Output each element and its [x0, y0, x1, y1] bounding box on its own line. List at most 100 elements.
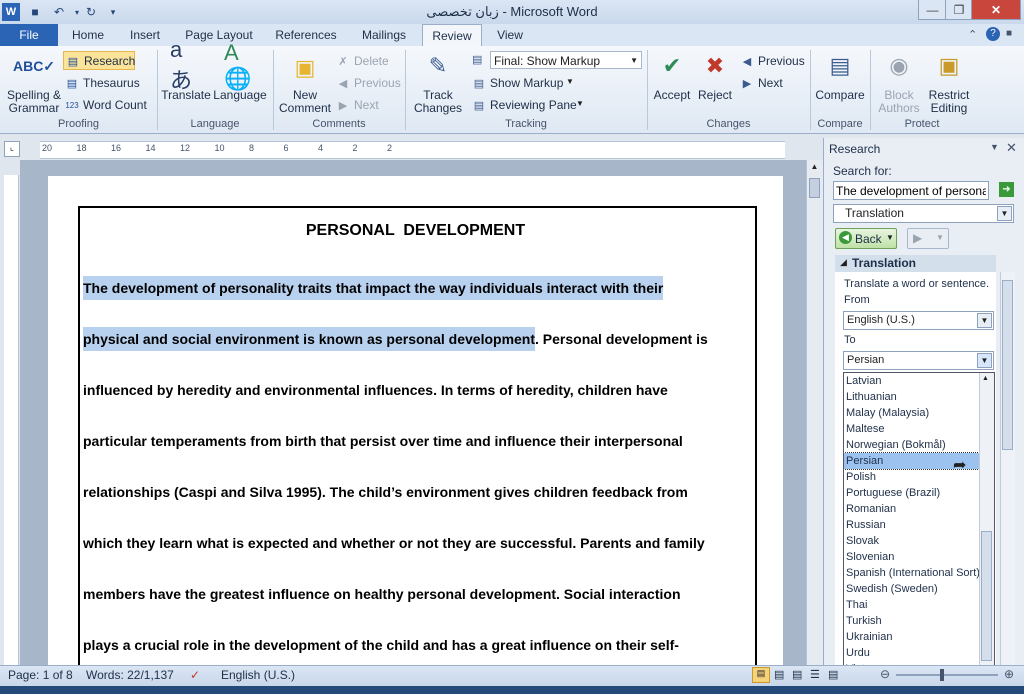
block-authors-button[interactable]: ◉ Block Authors	[873, 50, 925, 116]
ruler-toggle-icon[interactable]: ⌞	[4, 141, 20, 157]
document-line[interactable]: particular temperaments from birth that …	[83, 431, 748, 451]
document-page[interactable]: PERSONAL DEVELOPMENT The development of …	[48, 176, 783, 665]
minimize-ribbon-icon[interactable]: ⌃	[968, 28, 977, 41]
restrict-editing-button[interactable]: ▣ Restrict Editing	[925, 50, 973, 116]
language-option[interactable]: Spanish (International Sort)	[844, 565, 980, 581]
body-text[interactable]: . Personal development is	[535, 331, 708, 347]
language-option[interactable]: Portuguese (Brazil)	[844, 485, 979, 501]
web-layout-icon[interactable]: ▤	[792, 668, 802, 681]
body-text[interactable]: plays a crucial role in the development …	[83, 637, 679, 653]
pane-scrollbar-thumb[interactable]	[1002, 280, 1013, 450]
word-count[interactable]: Words: 22/1,137	[86, 668, 174, 682]
tab-view[interactable]: View	[488, 24, 532, 46]
list-scrollbar-thumb[interactable]	[981, 531, 992, 661]
document-line[interactable]: physical and social environment is known…	[83, 327, 748, 351]
show-markup-button[interactable]: ▤ Show Markup ▼	[472, 75, 592, 91]
help-icon[interactable]: ?	[986, 27, 1000, 41]
body-text[interactable]: relationships (Caspi and Silva 1995). Th…	[83, 484, 688, 500]
search-input[interactable]	[833, 181, 989, 200]
pane-scrollbar[interactable]	[1000, 272, 1015, 665]
document-area[interactable]: PERSONAL DEVELOPMENT The development of …	[20, 160, 806, 665]
next-comment-button[interactable]: ▶ Next	[336, 97, 406, 113]
translation-section-header[interactable]: ◢ Translation	[835, 255, 996, 272]
previous-change-button[interactable]: ◀ Previous	[740, 53, 810, 69]
zoom-slider[interactable]	[896, 674, 998, 676]
reject-button[interactable]: ✖ Reject	[694, 50, 736, 116]
document-line[interactable]: which they learn what is expected and wh…	[83, 533, 748, 553]
translate-button[interactable]: aあ Translate	[160, 37, 212, 116]
zoom-out-icon[interactable]: ⊖	[880, 667, 890, 681]
body-text[interactable]: particular temperaments from birth that …	[83, 433, 683, 449]
language-option[interactable]: Lithuanian	[844, 389, 979, 405]
language-option[interactable]: Norwegian (Bokmål)	[844, 437, 979, 453]
language-option[interactable]: Slovenian	[844, 549, 979, 565]
horizontal-ruler[interactable]: 20 18 16 14 12 10 8 6 4 2 2	[40, 141, 785, 159]
language-option[interactable]: Swedish (Sweden)	[844, 581, 979, 597]
tab-mailings[interactable]: Mailings	[352, 24, 416, 46]
tab-references[interactable]: References	[270, 24, 342, 46]
language-option[interactable]: Urdu	[844, 645, 979, 661]
proofing-status-icon[interactable]: ✓	[190, 668, 200, 682]
full-screen-reading-icon[interactable]: ▤	[774, 668, 784, 681]
body-text[interactable]: which they learn what is expected and wh…	[83, 535, 705, 551]
tab-home[interactable]: Home	[62, 24, 114, 46]
document-line[interactable]: members have the greatest influence on h…	[83, 584, 748, 604]
language-option[interactable]: Romanian	[844, 501, 979, 517]
language-status[interactable]: English (U.S.)	[221, 668, 295, 682]
vertical-scrollbar[interactable]: ▲	[806, 160, 823, 665]
accept-button[interactable]: ✔ Accept	[650, 50, 694, 116]
pane-options-icon[interactable]: ▼	[990, 142, 999, 152]
language-option[interactable]: Turkish	[844, 613, 979, 629]
start-search-icon[interactable]: ➜	[999, 182, 1014, 197]
tab-file[interactable]: File	[0, 24, 58, 46]
track-changes-button[interactable]: ✎ Track Changes	[410, 50, 466, 116]
from-language-select[interactable]: English (U.S.) ▼	[843, 311, 994, 330]
zoom-slider-thumb[interactable]	[940, 669, 944, 681]
document-line[interactable]: The development of personality traits th…	[83, 276, 748, 300]
draft-icon[interactable]: ▤	[828, 668, 838, 681]
tab-review[interactable]: Review	[422, 24, 482, 48]
research-button[interactable]: ▤ Research	[63, 51, 135, 70]
document-line[interactable]: relationships (Caspi and Silva 1995). Th…	[83, 482, 748, 502]
to-language-select[interactable]: Persian ▼	[843, 351, 994, 370]
new-comment-button[interactable]: ▣ New Comment	[278, 50, 332, 116]
zoom-in-icon[interactable]: ⊕	[1004, 667, 1014, 681]
back-button[interactable]: ◀ Back ▼	[835, 228, 897, 249]
ribbon-options-icon[interactable]: ■	[1006, 28, 1012, 39]
list-scrollbar[interactable]: ▲	[979, 373, 994, 693]
language-option[interactable]: Maltese	[844, 421, 979, 437]
previous-comment-button[interactable]: ◀ Previous	[336, 75, 406, 91]
restore-button[interactable]: ❐	[945, 0, 973, 20]
compare-button[interactable]: ▤ Compare	[814, 50, 866, 116]
reviewing-pane-button[interactable]: ▤ Reviewing Pane ▼	[472, 97, 592, 113]
document-line[interactable]: influenced by heredity and environmental…	[83, 380, 748, 400]
document-line[interactable]: plays a crucial role in the development …	[83, 635, 748, 655]
scroll-up-icon[interactable]: ▲	[982, 375, 989, 382]
language-option[interactable]: Slovak	[844, 533, 979, 549]
close-pane-icon[interactable]: ✕	[1006, 140, 1017, 156]
spelling-grammar-button[interactable]: ABC✓ Spelling & Grammar	[6, 50, 62, 116]
language-option[interactable]: Russian	[844, 517, 979, 533]
scroll-up-icon[interactable]: ▲	[809, 162, 820, 174]
language-option[interactable]: Ukrainian	[844, 629, 979, 645]
body-text[interactable]: members have the greatest influence on h…	[83, 586, 681, 602]
language-dropdown-list[interactable]: Latvian Lithuanian Malay (Malaysia) Maltese…	[843, 372, 995, 694]
forward-button[interactable]: ▶ ▼	[907, 228, 949, 249]
print-layout-icon[interactable]: ▤	[752, 667, 770, 683]
tab-insert[interactable]: Insert	[120, 24, 170, 46]
scrollbar-thumb[interactable]	[809, 178, 820, 198]
selected-text[interactable]: The development of personality traits th…	[83, 276, 664, 300]
outline-icon[interactable]: ☰	[810, 668, 820, 681]
next-change-button[interactable]: ▶ Next	[740, 75, 800, 91]
language-option[interactable]: Malay (Malaysia)	[844, 405, 979, 421]
selected-text[interactable]: physical and social environment is known…	[83, 327, 536, 351]
page-count[interactable]: Page: 1 of 8	[8, 668, 73, 682]
thesaurus-button[interactable]: ▤ Thesaurus	[65, 75, 145, 91]
delete-comment-button[interactable]: ✗ Delete	[336, 53, 406, 69]
language-button[interactable]: A🌐 Language	[212, 40, 268, 116]
language-option[interactable]: Thai	[844, 597, 979, 613]
word-count-button[interactable]: 123 Word Count	[65, 97, 151, 113]
research-service-select[interactable]: Translation ▼	[833, 204, 1014, 223]
body-text[interactable]: influenced by heredity and environmental…	[83, 382, 668, 398]
close-window-button[interactable]: ✕	[971, 0, 1021, 20]
